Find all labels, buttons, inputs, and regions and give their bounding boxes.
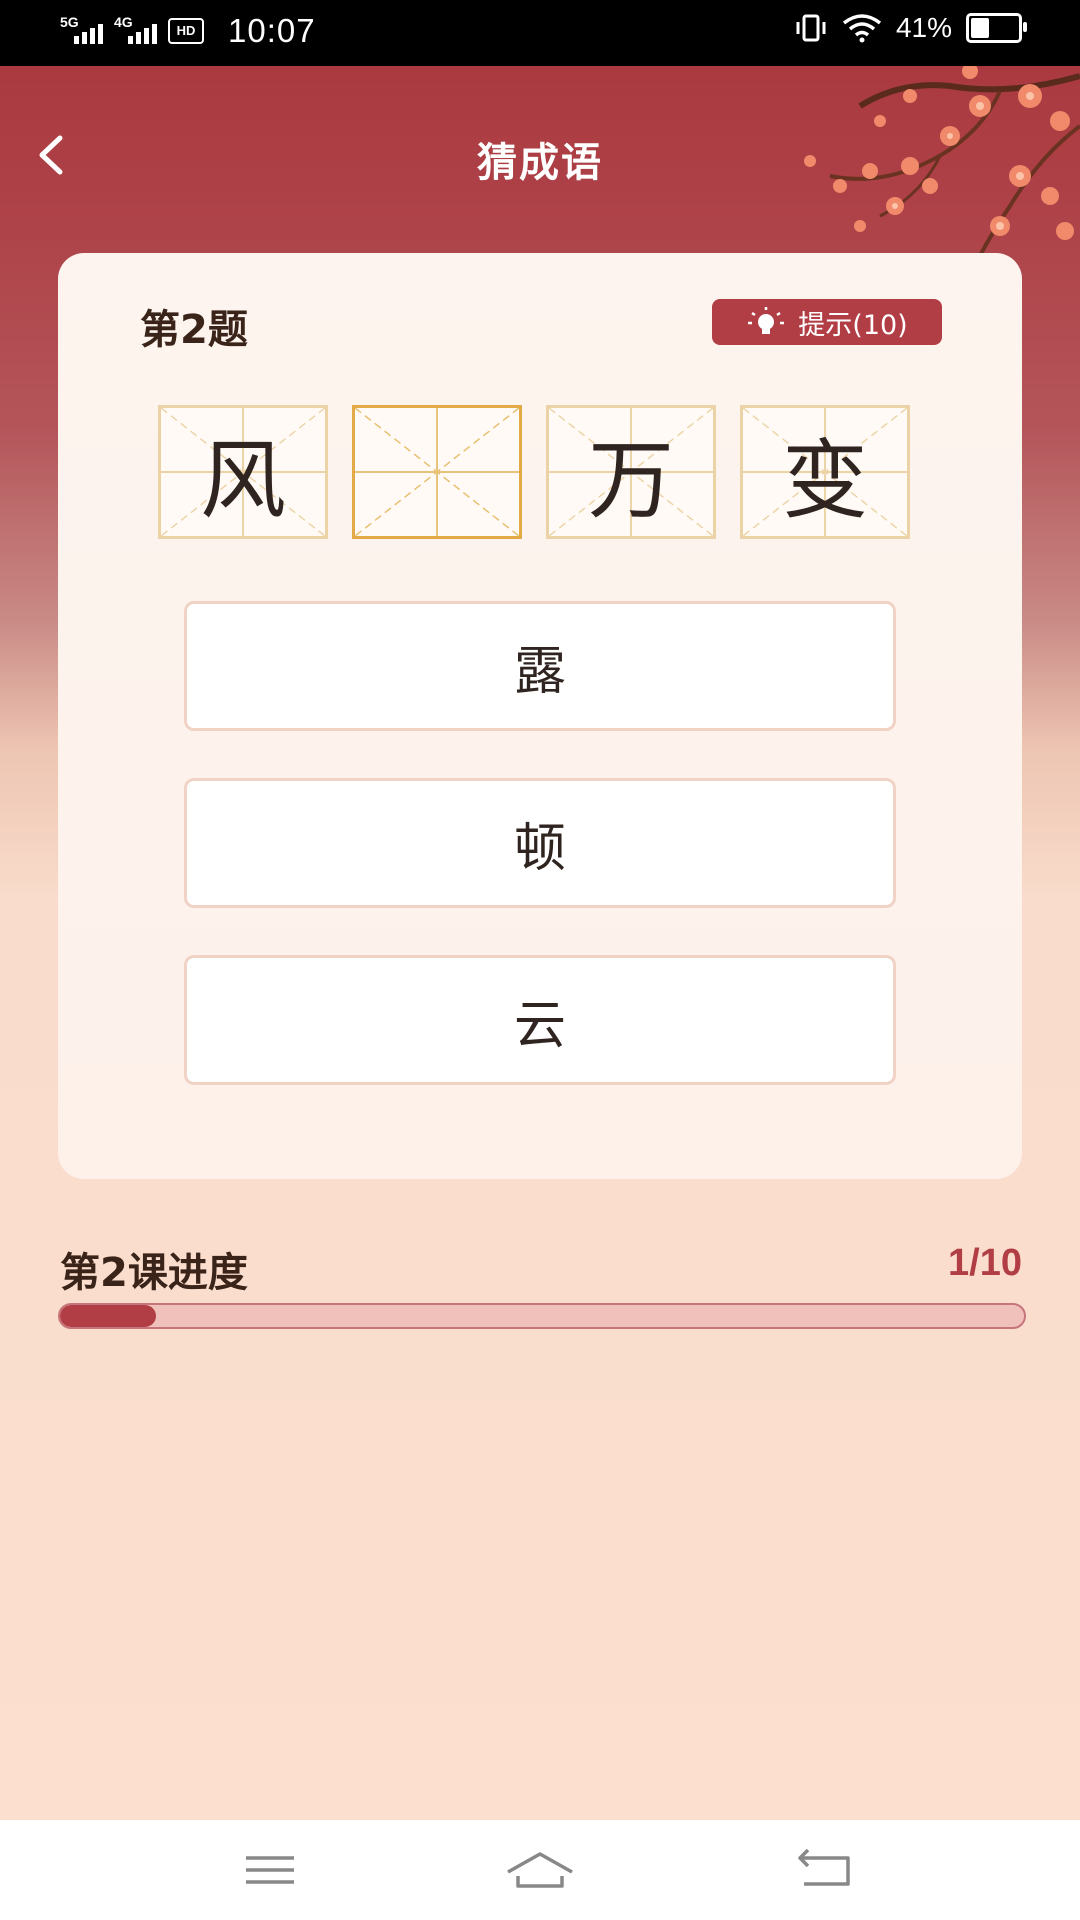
hint-label: 提示(10) [798, 309, 908, 341]
lightbulb-icon [748, 307, 785, 334]
idiom-tile-char: 变 [782, 430, 868, 531]
wifi-icon [842, 14, 882, 43]
vibrate-icon [796, 14, 826, 42]
status-right-icons: 41% [794, 12, 1027, 44]
lesson-progress-count: 1/10 [948, 1242, 1022, 1284]
status-bar: 5G 4G HD 10:07 41% [0, 0, 1080, 66]
idiom-tile-4[interactable]: 变 [740, 405, 910, 539]
system-nav-bar [0, 1820, 1080, 1920]
menu-icon[interactable] [230, 1840, 310, 1900]
signal-indicators: 5G 4G HD [60, 14, 204, 46]
signal-4g-icon: 4G [114, 14, 160, 46]
idiom-tiles: 风 万 变 [158, 405, 910, 539]
idiom-tile-char [355, 408, 519, 536]
lesson-progress-label: 第2课进度 [60, 1250, 248, 1296]
idiom-tile-3[interactable]: 万 [546, 405, 716, 539]
hint-button[interactable]: 提示(10) [712, 299, 942, 345]
lesson-progress-fill [60, 1305, 157, 1327]
idiom-tile-2-blank[interactable] [352, 405, 522, 539]
answer-options: 露 顿 云 [184, 601, 896, 1132]
hd-voice-icon: HD [168, 18, 204, 44]
battery-icon [966, 13, 1027, 43]
answer-option-2[interactable]: 顿 [184, 778, 896, 908]
signal-5g-icon: 5G [60, 14, 106, 46]
idiom-tile-char: 万 [588, 430, 674, 531]
battery-percent: 41% [895, 12, 952, 43]
lesson-progress-bar [58, 1303, 1026, 1329]
home-icon[interactable] [500, 1840, 580, 1900]
page-title: 猜成语 [477, 140, 603, 186]
answer-option-1[interactable]: 露 [184, 601, 896, 731]
question-number: 第2题 [140, 307, 248, 353]
quiz-card: 第2题 提示(10) 风 万 变 露 顿 云 [58, 253, 1022, 1179]
answer-option-3[interactable]: 云 [184, 955, 896, 1085]
idiom-tile-char: 风 [200, 430, 286, 531]
status-time: 10:07 [228, 12, 316, 49]
back-icon[interactable] [784, 1840, 864, 1900]
idiom-tile-1[interactable]: 风 [158, 405, 328, 539]
